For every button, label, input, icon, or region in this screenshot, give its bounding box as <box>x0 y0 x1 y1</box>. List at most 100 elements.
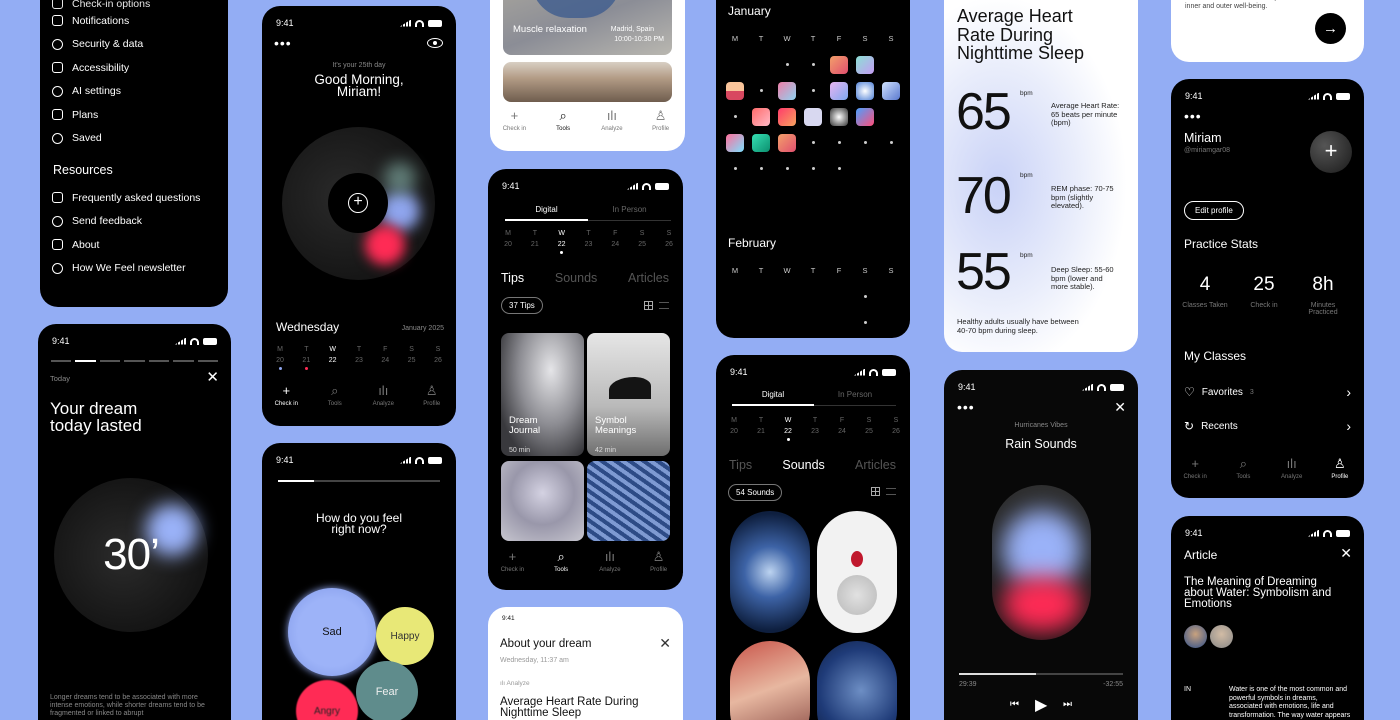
settings-item[interactable]: About <box>52 233 200 257</box>
empty-day-dot[interactable] <box>785 167 789 170</box>
tab-check-in[interactable]: + Check in <box>494 109 534 132</box>
empty-day-dot[interactable] <box>733 115 737 118</box>
tab-tools[interactable]: ⌕ Tools <box>315 384 355 407</box>
empty-day-dot[interactable] <box>759 89 763 92</box>
empty-day-dot[interactable] <box>837 141 841 144</box>
mood-day-thumb[interactable] <box>830 55 848 74</box>
sound-card-fire[interactable] <box>730 641 810 720</box>
day-cell[interactable]: M 20 <box>270 346 290 370</box>
day-cell[interactable]: F 24 <box>375 346 395 370</box>
day-cell[interactable]: T 23 <box>578 230 598 254</box>
tab-in-person[interactable]: In Person <box>588 205 671 221</box>
list-view-icon[interactable] <box>886 488 896 495</box>
mood-day-thumb[interactable] <box>778 107 796 126</box>
settings-item[interactable]: Send feedback <box>52 210 200 234</box>
tab-check-in[interactable]: + Check in <box>492 550 532 573</box>
play-icon[interactable]: ▶ <box>1035 695 1047 715</box>
day-cell[interactable]: T 23 <box>805 417 825 441</box>
tip-card-spiral[interactable] <box>587 461 670 541</box>
grid-view-icon[interactable] <box>871 487 880 496</box>
close-icon[interactable]: ✕ <box>659 635 671 652</box>
more-menu-button[interactable]: ••• <box>1184 109 1202 123</box>
mood-day-thumb[interactable] <box>856 81 874 100</box>
emotion-angry[interactable]: Angry <box>296 680 358 720</box>
add-checkin-button[interactable]: + <box>348 193 368 213</box>
sound-card-bird[interactable] <box>817 511 897 633</box>
close-icon[interactable]: ✕ <box>1340 545 1352 562</box>
day-cell[interactable]: S 26 <box>659 230 679 254</box>
day-cell[interactable]: S 26 <box>428 346 448 370</box>
mood-day-thumb[interactable] <box>856 55 874 74</box>
empty-day-dot[interactable] <box>863 321 867 324</box>
mood-day-thumb[interactable] <box>856 107 874 126</box>
progress-bar[interactable] <box>959 673 1123 675</box>
eye-icon[interactable] <box>427 38 443 48</box>
relaxation-tile[interactable]: Muscle relaxation Madrid, Spain 10:00-10… <box>503 0 672 55</box>
tab-sounds[interactable]: Sounds <box>782 458 824 472</box>
tab-sounds[interactable]: Sounds <box>555 271 597 285</box>
tab-profile[interactable]: ♙ Profile <box>412 384 452 407</box>
mood-day-thumb[interactable] <box>804 107 822 126</box>
empty-day-dot[interactable] <box>785 63 789 66</box>
settings-item[interactable]: Plans <box>52 103 143 127</box>
tab-tips[interactable]: Tips <box>729 458 752 472</box>
mood-day-thumb[interactable] <box>726 133 744 152</box>
previous-icon[interactable]: ⏮ <box>1010 699 1019 710</box>
tab-profile[interactable]: ♙ Profile <box>1320 457 1360 480</box>
emotion-happy[interactable]: Happy <box>376 607 434 665</box>
settings-item[interactable]: Notifications <box>52 9 143 33</box>
day-cell[interactable]: T 21 <box>296 346 316 370</box>
add-photo-button[interactable]: + <box>1310 131 1352 173</box>
day-cell[interactable]: M 20 <box>724 417 744 441</box>
day-cell[interactable]: S 25 <box>859 417 879 441</box>
favorites-row[interactable]: ♡ Favorites 3 › <box>1184 384 1351 400</box>
more-menu-button[interactable]: ••• <box>274 36 292 50</box>
tip-card-dream-journal[interactable]: Dream Journal 50 min <box>501 333 584 456</box>
settings-item[interactable]: Frequently asked questions <box>52 186 200 210</box>
tab-tools[interactable]: ⌕ Tools <box>1223 457 1263 480</box>
more-menu-button[interactable]: ••• <box>957 400 975 414</box>
close-icon[interactable]: ✕ <box>206 368 219 386</box>
tab-tips[interactable]: Tips <box>501 271 524 285</box>
empty-day-dot[interactable] <box>811 63 815 66</box>
tab-profile[interactable]: ♙ Profile <box>639 550 679 573</box>
sounds-count-badge[interactable]: 54 Sounds <box>728 484 783 501</box>
empty-day-dot[interactable] <box>889 141 893 144</box>
settings-item[interactable]: Security & data <box>52 33 143 57</box>
day-cell[interactable]: T 21 <box>525 230 545 254</box>
day-cell[interactable]: W 22 <box>323 346 343 370</box>
sound-card-forest[interactable] <box>730 511 810 633</box>
next-icon[interactable]: ⏭ <box>1063 699 1072 710</box>
relaxation-tile-2[interactable] <box>503 62 672 102</box>
settings-item[interactable]: Accessibility <box>52 56 143 80</box>
day-cell[interactable]: S 26 <box>886 417 906 441</box>
grid-view-icon[interactable] <box>644 301 653 310</box>
tab-analyze[interactable]: ılı Analyze <box>592 109 632 132</box>
mood-day-thumb[interactable] <box>726 81 744 100</box>
emotion-fear[interactable]: Fear <box>356 661 418 720</box>
tab-tools[interactable]: ⌕ Tools <box>543 109 583 132</box>
day-cell[interactable]: M 20 <box>498 230 518 254</box>
tab-tools[interactable]: ⌕ Tools <box>541 550 581 573</box>
close-icon[interactable]: ✕ <box>1114 399 1126 416</box>
settings-item[interactable]: Saved <box>52 127 143 151</box>
settings-item[interactable]: AI settings <box>52 80 143 104</box>
tab-articles[interactable]: Articles <box>628 271 669 285</box>
mood-day-thumb[interactable] <box>752 107 770 126</box>
tab-profile[interactable]: ♙ Profile <box>641 109 681 132</box>
empty-day-dot[interactable] <box>811 89 815 92</box>
day-cell[interactable]: T 21 <box>751 417 771 441</box>
day-cell[interactable]: S 25 <box>402 346 422 370</box>
mood-day-thumb[interactable] <box>830 107 848 126</box>
tab-articles[interactable]: Articles <box>855 458 896 472</box>
tab-analyze[interactable]: ılı Analyze <box>1272 457 1312 480</box>
empty-day-dot[interactable] <box>759 167 763 170</box>
mood-day-thumb[interactable] <box>752 133 770 152</box>
tab-analyze[interactable]: ılı Analyze <box>590 550 630 573</box>
tab-check-in[interactable]: + Check in <box>1175 457 1215 480</box>
tip-card-symbol-meanings[interactable]: Symbol Meanings 42 min <box>587 333 670 456</box>
tip-card-sculpture[interactable] <box>501 461 584 541</box>
edit-profile-button[interactable]: Edit profile <box>1184 201 1244 220</box>
mood-day-thumb[interactable] <box>882 81 900 100</box>
tab-check-in[interactable]: + Check in <box>266 384 306 407</box>
